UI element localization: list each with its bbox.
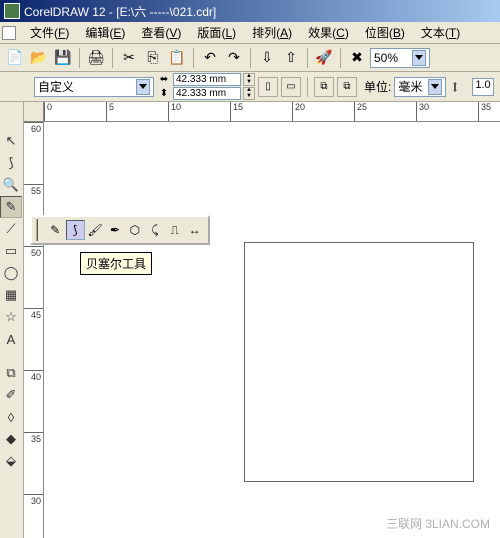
curve-tool-flyout: ✎ ⟆ 🖌 ✒ ⬡ ⤹ ⎍ ↔	[30, 215, 210, 245]
property-bar: 自定义 ⬌ 42.333 mm ▲▼ ⬍ 42.333 mm ▲▼ ▯ ▭ ⧉ …	[0, 72, 500, 102]
flyout-handle[interactable]	[36, 219, 42, 241]
nudge-value-input[interactable]: 1.0	[472, 78, 494, 96]
artistic-media-flyout-tool[interactable]: 🖌	[86, 220, 105, 240]
menu-bitmap[interactable]: 位图(B)	[357, 24, 413, 41]
app-logo-icon	[4, 3, 20, 19]
shape-tool[interactable]: ⟆	[0, 152, 22, 174]
vertical-ruler[interactable]: 6055504540353005	[24, 122, 44, 538]
page-layout-button[interactable]: ⧉	[314, 77, 334, 97]
freehand-flyout-tool[interactable]: ✎	[46, 220, 65, 240]
landscape-button[interactable]: ▭	[281, 77, 301, 97]
redo-button[interactable]: ↷	[223, 47, 245, 69]
blend-tool[interactable]: ⧉	[0, 362, 22, 384]
page-dimensions: ⬌ 42.333 mm ▲▼ ⬍ 42.333 mm ▲▼	[157, 73, 255, 101]
options-button[interactable]: ✖	[346, 47, 368, 69]
dimension-flyout-tool[interactable]: ↔	[185, 220, 204, 240]
interactive-fill-tool[interactable]: ⬙	[0, 450, 22, 472]
launcher-button[interactable]: 🚀	[313, 47, 335, 69]
polygon-tool[interactable]: ☆	[0, 306, 22, 328]
bezier-flyout-tool[interactable]: ⟆	[66, 220, 85, 240]
menu-view[interactable]: 查看(V)	[133, 24, 189, 41]
copy-button[interactable]: ⎘	[142, 47, 164, 69]
page-width-input[interactable]: 42.333 mm	[173, 73, 241, 86]
ellipse-tool[interactable]: ◯	[0, 262, 22, 284]
nudge-icon	[449, 81, 461, 93]
menu-arrange[interactable]: 排列(A)	[244, 24, 300, 41]
zoom-level-combo[interactable]: 50%	[370, 48, 430, 68]
separator	[79, 48, 80, 68]
spacer	[0, 350, 23, 362]
tool-tooltip: 贝塞尔工具	[80, 252, 152, 275]
import-button[interactable]: ⇩	[256, 47, 278, 69]
page-dup-button[interactable]: ⧉	[337, 77, 357, 97]
preset-value: 自定义	[38, 78, 74, 95]
undo-button[interactable]: ↶	[199, 47, 221, 69]
canvas-area[interactable]: 051015202530354045 6055504540353005	[24, 102, 500, 538]
smart-draw-tool[interactable]: ⟋	[0, 218, 22, 240]
rectangle-tool[interactable]: ▭	[0, 240, 22, 262]
freehand-tool[interactable]: ✎	[0, 196, 22, 218]
outline-tool[interactable]: ◊	[0, 406, 22, 428]
portrait-button[interactable]: ▯	[258, 77, 278, 97]
height-spinner[interactable]: ▲▼	[243, 87, 255, 100]
toolbox: ↖ ⟆ 🔍 ✎ ⟋ ▭ ◯ ▦ ☆ A ⧉ ✐ ◊ ◆ ⬙	[0, 102, 24, 538]
pick-tool[interactable]: ↖	[0, 130, 22, 152]
ruler-origin[interactable]	[24, 102, 44, 122]
page-preset-combo[interactable]: 自定义	[34, 77, 154, 97]
drawing-canvas[interactable]	[44, 122, 500, 538]
eyedropper-tool[interactable]: ✐	[0, 384, 22, 406]
separator	[307, 48, 308, 68]
separator	[112, 48, 113, 68]
height-icon: ⬍	[157, 88, 171, 100]
zoom-value: 50%	[374, 51, 398, 65]
unit-value: 毫米	[398, 78, 422, 95]
fill-tool[interactable]: ◆	[0, 428, 22, 450]
menu-edit[interactable]: 编辑(E)	[77, 24, 133, 41]
window-title: CorelDRAW 12 - [E:\六 -----\021.cdr]	[24, 3, 216, 20]
separator	[340, 48, 341, 68]
zoom-tool[interactable]: 🔍	[0, 174, 22, 196]
connector-flyout-tool[interactable]: ⎍	[165, 220, 184, 240]
standard-toolbar: 📄 📂 💾 🖨 ✂ ⎘ 📋 ↶ ↷ ⇩ ⇧ 🚀 ✖ 50%	[0, 44, 500, 72]
unit-combo[interactable]: 毫米	[394, 77, 446, 97]
paste-button[interactable]: 📋	[166, 47, 188, 69]
save-button[interactable]: 💾	[52, 47, 74, 69]
separator	[250, 48, 251, 68]
graph-paper-tool[interactable]: ▦	[0, 284, 22, 306]
polyline-flyout-tool[interactable]: ⬡	[125, 220, 144, 240]
title-bar: CorelDRAW 12 - [E:\六 -----\021.cdr]	[0, 0, 500, 22]
page-boundary	[244, 242, 474, 482]
watermark: 三联网 3LIAN.COM	[386, 515, 490, 532]
separator	[193, 48, 194, 68]
page-height-input[interactable]: 42.333 mm	[173, 87, 241, 100]
text-tool[interactable]: A	[0, 328, 22, 350]
menu-text[interactable]: 文本(T)	[413, 24, 468, 41]
menu-file[interactable]: 文件(F)	[22, 24, 77, 41]
horizontal-ruler[interactable]: 051015202530354045	[44, 102, 500, 122]
workspace: ↖ ⟆ 🔍 ✎ ⟋ ▭ ◯ ▦ ☆ A ⧉ ✐ ◊ ◆ ⬙ 0510152025…	[0, 102, 500, 538]
new-button[interactable]: 📄	[4, 47, 26, 69]
dropdown-icon	[136, 79, 150, 95]
unit-label: 单位:	[364, 78, 391, 95]
cut-button[interactable]: ✂	[118, 47, 140, 69]
3point-curve-flyout-tool[interactable]: ⤹	[145, 220, 164, 240]
open-button[interactable]: 📂	[28, 47, 50, 69]
menu-layout[interactable]: 版面(L)	[189, 24, 244, 41]
document-icon[interactable]	[2, 26, 16, 40]
separator	[307, 77, 308, 97]
pen-flyout-tool[interactable]: ✒	[106, 220, 125, 240]
width-spinner[interactable]: ▲▼	[243, 73, 255, 86]
export-button[interactable]: ⇧	[280, 47, 302, 69]
menu-effects[interactable]: 效果(C)	[300, 24, 357, 41]
width-icon: ⬌	[157, 74, 171, 86]
dropdown-icon	[412, 50, 426, 66]
print-button[interactable]: 🖨	[85, 47, 107, 69]
dropdown-icon	[428, 79, 442, 95]
menu-bar: 文件(F) 编辑(E) 查看(V) 版面(L) 排列(A) 效果(C) 位图(B…	[0, 22, 500, 44]
